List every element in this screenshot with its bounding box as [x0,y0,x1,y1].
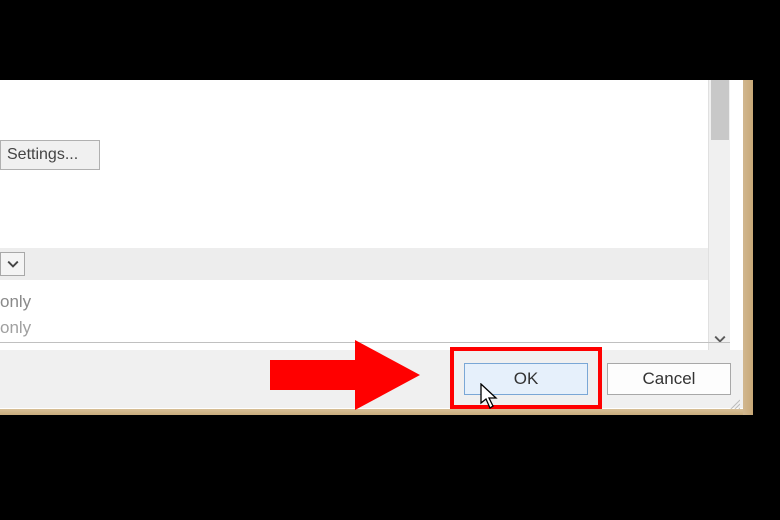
cancel-button[interactable]: Cancel [607,363,731,395]
window-frame-bottom [0,409,752,415]
ok-button-label: OK [514,369,539,389]
dropdown-toggle[interactable] [0,252,25,276]
settings-button[interactable]: Settings... [0,140,100,170]
dialog-content-area: Settings... only only [0,80,708,340]
letterbox-top [0,0,780,80]
ok-button[interactable]: OK [464,363,588,395]
dropdown-row-bg [0,248,708,280]
divider [0,342,730,343]
chevron-down-icon [7,258,19,270]
chevron-down-icon [714,333,726,345]
screenshot-viewport: Settings... only only OK Cancel [0,0,780,520]
scrollbar-thumb[interactable] [711,80,729,140]
letterbox-bottom [0,415,780,520]
option-text-2: only [0,318,31,338]
settings-button-label: Settings... [7,146,78,164]
vertical-scrollbar[interactable] [708,80,730,350]
option-text-1: only [0,292,31,312]
scrollbar-down-button[interactable] [709,330,731,348]
window-frame-right [743,80,753,415]
cancel-button-label: Cancel [643,369,696,389]
dialog-window: Settings... only only OK Cancel [0,80,743,415]
